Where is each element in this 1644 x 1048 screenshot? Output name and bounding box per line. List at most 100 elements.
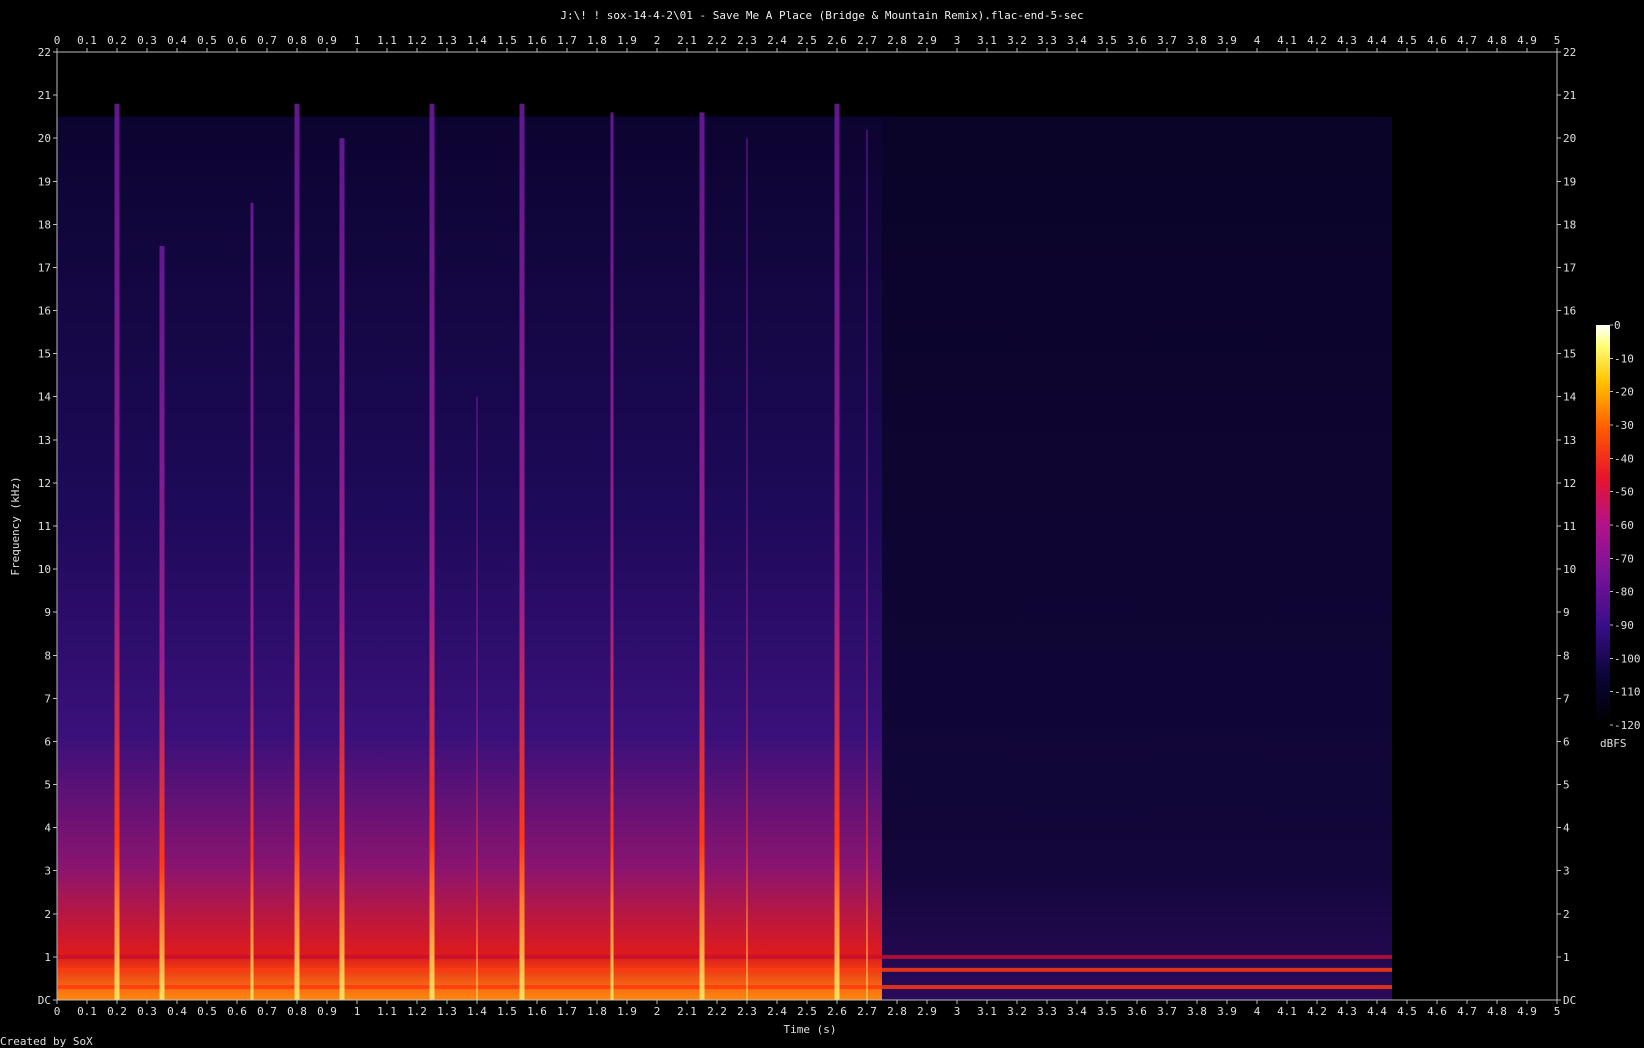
x-tick-label: 0.3 [137, 1005, 157, 1018]
y-tick-label: 6 [1563, 735, 1570, 748]
x-tick-label: 2.2 [707, 1005, 727, 1018]
x-tick-label: 3.8 [1187, 1005, 1207, 1018]
y-tick-label: 12 [1563, 477, 1576, 490]
x-tick-label: 4.2 [1307, 1005, 1327, 1018]
y-tick-label: 19 [1563, 175, 1576, 188]
x-tick-label: 2.7 [857, 1005, 877, 1018]
x-tick-label: 5 [1554, 34, 1561, 47]
x-tick-label: 4.2 [1307, 34, 1327, 47]
y-tick-label: 8 [1563, 649, 1570, 662]
x-tick-label: 2.5 [797, 34, 817, 47]
x-tick-label: 3.5 [1097, 1005, 1117, 1018]
transient-line [519, 103, 525, 1000]
sustained-tone-band [57, 967, 1392, 972]
footer-credit: Created by SoX [0, 1035, 93, 1048]
y-tick-label: 20 [1563, 132, 1576, 145]
x-tick-label: 0.6 [227, 1005, 247, 1018]
x-tick-label: 0.5 [197, 1005, 217, 1018]
x-tick-label: 0.7 [257, 1005, 277, 1018]
x-tick-label: 2.4 [767, 1005, 787, 1018]
y-tick-label: DC [1563, 994, 1576, 1007]
y-axis-label: Frequency (kHz) [9, 476, 22, 575]
x-tick-label: 2 [654, 34, 661, 47]
spectrogram-chart: 0 0 0.1 0.1 0.2 0.2 0.3 0.3 0.4 0.4 0.5 0.5 0.6 0.6 0.… [0, 9, 1641, 1048]
x-tick-label: 3.6 [1127, 34, 1147, 47]
colorbar-tick-label: -20 [1614, 386, 1634, 399]
active-region [57, 116, 882, 1001]
y-tick-label: 17 [38, 261, 51, 274]
sustained-tone-band [57, 985, 1392, 990]
x-tick-label: 0.5 [197, 34, 217, 47]
x-tick-label: 1.8 [587, 1005, 607, 1018]
x-tick-label: 0.4 [167, 1005, 187, 1018]
transient-line [159, 245, 165, 1001]
x-tick-label: 4.1 [1277, 34, 1297, 47]
sustained-tone-band [57, 954, 1392, 959]
y-tick-label: 20 [38, 132, 51, 145]
colorbar-tick-label: -120 [1614, 719, 1641, 732]
x-tick-label: 0.9 [317, 34, 337, 47]
x-tick-label: 3.7 [1157, 1005, 1177, 1018]
y-tick-label: 3 [44, 865, 51, 878]
x-tick-label: 0.7 [257, 34, 277, 47]
y-tick-label: 12 [38, 477, 51, 490]
x-tick-label: 3.3 [1037, 34, 1057, 47]
y-tick-label: 13 [38, 434, 51, 447]
colorbar-tick-label: -80 [1614, 586, 1634, 599]
x-tick-label: 0.4 [167, 34, 187, 47]
x-axis-label: Time (s) [784, 1023, 837, 1036]
transient-line [699, 112, 705, 1000]
x-tick-label: 0.2 [107, 1005, 127, 1018]
x-tick-label: 3.9 [1217, 1005, 1237, 1018]
colorbar-ticks: 0 -10 -20 -30 -40 -50 -60 -70 -80 -90 -100 -110 -120 [1610, 319, 1641, 732]
y-tick-label: 18 [38, 218, 51, 231]
colorbar-tick-label: -50 [1614, 486, 1634, 499]
x-tick-label: 0.1 [77, 1005, 97, 1018]
y-tick-label: 22 [38, 46, 51, 59]
x-tick-label: 4.9 [1517, 34, 1537, 47]
x-tick-label: 1.9 [617, 1005, 637, 1018]
y-tick-label: 6 [44, 735, 51, 748]
transient-line [250, 202, 254, 1000]
x-tick-label: 2 [654, 1005, 661, 1018]
x-tick-label: 0 [54, 34, 61, 47]
x-tick-label: 1.6 [527, 34, 547, 47]
colorbar-tick-label: -30 [1614, 419, 1634, 432]
y-tick-label: 3 [1563, 865, 1570, 878]
x-tick-label: 1.4 [467, 1005, 487, 1018]
transient-line [429, 103, 435, 1000]
y-tick-label: 19 [38, 175, 51, 188]
x-tick-label: 2.1 [677, 1005, 697, 1018]
x-tick-label: 2.3 [737, 1005, 757, 1018]
x-tick-label: 3.3 [1037, 1005, 1057, 1018]
x-tick-label: 4.8 [1487, 1005, 1507, 1018]
x-tick-label: 1 [354, 1005, 361, 1018]
y-tick-label: 2 [1563, 908, 1570, 921]
y-tick-label: 8 [44, 649, 51, 662]
transient-line [294, 103, 300, 1000]
colorbar-tick-label: 0 [1614, 319, 1621, 332]
x-tick-label: 3.2 [1007, 1005, 1027, 1018]
transient-line [610, 112, 614, 1000]
x-tick-label: 4.5 [1397, 1005, 1417, 1018]
colorbar-gradient [1596, 325, 1610, 725]
x-tick-label: 5 [1554, 1005, 1561, 1018]
x-tick-label: 4.8 [1487, 34, 1507, 47]
x-tick-label: 1.6 [527, 1005, 547, 1018]
colorbar-tick-label: -60 [1614, 519, 1634, 532]
x-tick-label: 0.8 [287, 34, 307, 47]
x-tick-label: 1.2 [407, 34, 427, 47]
y-tick-label: 15 [38, 348, 51, 361]
x-tick-label: 0.3 [137, 34, 157, 47]
transient-line [746, 138, 748, 1000]
x-tick-label: 4 [1254, 1005, 1261, 1018]
y-tick-label: DC [38, 994, 51, 1007]
transient-line [339, 138, 345, 1000]
x-tick-label: 0.1 [77, 34, 97, 47]
y-tick-label: 11 [38, 520, 51, 533]
x-tick-label: 3 [954, 1005, 961, 1018]
y-tick-label: 5 [44, 779, 51, 792]
y-tick-label: 4 [44, 822, 51, 835]
x-tick-label: 4.4 [1367, 1005, 1387, 1018]
y-tick-label: 2 [44, 908, 51, 921]
